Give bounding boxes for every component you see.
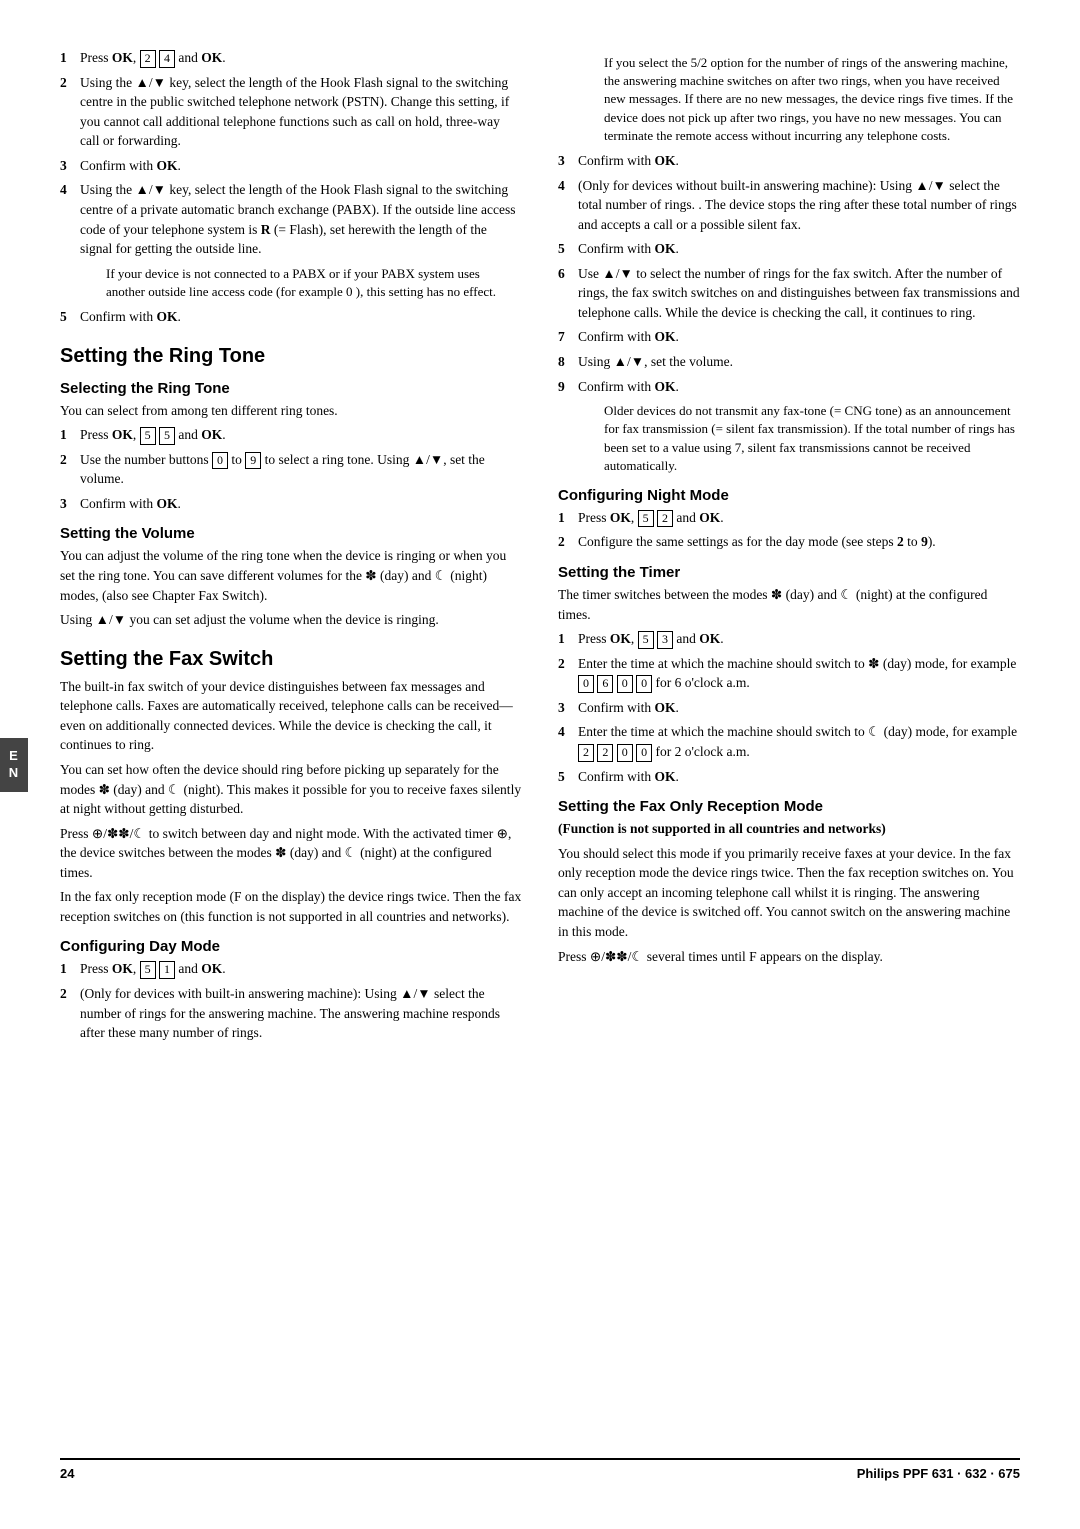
- right-step-8: 8 Using ▲/▼, set the volume.: [558, 352, 1020, 372]
- step-5: 5 Confirm with OK.: [60, 307, 522, 327]
- page-footer: 24 Philips PPF 631 · 632 · 675: [60, 1458, 1020, 1481]
- steps-3-9: 3 Confirm with OK. 4 (Only for devices w…: [558, 151, 1020, 396]
- step5-list: 5 Confirm with OK.: [60, 307, 522, 327]
- fax-switch-section-title: Setting the Fax Switch: [60, 648, 522, 671]
- timer-steps: 1 Press OK, 5 3 and OK. 2 Enter the time…: [558, 629, 1020, 786]
- day-step-2: 2 (Only for devices with built-in answer…: [60, 984, 522, 1043]
- ring-tone-steps: 1 Press OK, 5 5 and OK. 2 Use the number…: [60, 425, 522, 513]
- volume-desc1: You can adjust the volume of the ring to…: [60, 546, 522, 605]
- night-mode-title: Configuring Night Mode: [558, 487, 1020, 504]
- timer-step-3: 3 Confirm with OK.: [558, 698, 1020, 718]
- night-step-2: 2 Configure the same settings as for the…: [558, 532, 1020, 552]
- right-step-6: 6 Use ▲/▼ to select the number of rings …: [558, 264, 1020, 323]
- fax-only-title: Setting the Fax Only Reception Mode: [558, 798, 1020, 815]
- model-number: Philips PPF 631 · 632 · 675: [857, 1466, 1020, 1481]
- fax-switch-desc4: In the fax only reception mode (F on the…: [60, 887, 522, 926]
- step-4: 4 Using the ▲/▼ key, select the length o…: [60, 180, 522, 258]
- older-note: 🖊⃞ Older devices do not transmit any fax…: [568, 402, 1020, 475]
- intro-steps: 1 Press OK, 2 4 and OK. 2 Using the ▲/▼ …: [60, 48, 522, 259]
- rings-note: 🖊⃞ If you select the 5/2 option for the …: [568, 54, 1020, 145]
- note-icon: 🖊⃞: [70, 267, 98, 301]
- right-column: 🖊⃞ If you select the 5/2 option for the …: [558, 48, 1020, 1440]
- day-step-1: 1 Press OK, 5 1 and OK.: [60, 959, 522, 979]
- timer-step-2: 2 Enter the time at which the machine sh…: [558, 654, 1020, 693]
- ring-tone-section-title: Setting the Ring Tone: [60, 345, 522, 368]
- right-step-9: 9 Confirm with OK.: [558, 377, 1020, 397]
- step-2: 2 Using the ▲/▼ key, select the length o…: [60, 73, 522, 151]
- ring-step-3: 3 Confirm with OK.: [60, 494, 522, 514]
- fax-switch-desc1: The built-in fax switch of your device d…: [60, 677, 522, 755]
- timer-step-1: 1 Press OK, 5 3 and OK.: [558, 629, 1020, 649]
- volume-desc2: Using ▲/▼ you can set adjust the volume …: [60, 610, 522, 630]
- ring-tone-desc: You can select from among ten different …: [60, 401, 522, 421]
- fax-only-subtitle2: (Function is not supported in all countr…: [558, 819, 1020, 839]
- selecting-ring-tone-title: Selecting the Ring Tone: [60, 380, 522, 397]
- right-step-3: 3 Confirm with OK.: [558, 151, 1020, 171]
- night-step-1: 1 Press OK, 5 2 and OK.: [558, 508, 1020, 528]
- right-step-5: 5 Confirm with OK.: [558, 239, 1020, 259]
- right-step-7: 7 Confirm with OK.: [558, 327, 1020, 347]
- left-column: 1 Press OK, 2 4 and OK. 2 Using the ▲/▼ …: [60, 48, 522, 1440]
- older-note-icon: 🖊⃞: [568, 404, 596, 475]
- rings-note-icon: 🖊⃞: [568, 56, 596, 145]
- right-step-4: 4 (Only for devices without built-in ans…: [558, 176, 1020, 235]
- page-number: 24: [60, 1466, 74, 1481]
- day-mode-title: Configuring Day Mode: [60, 938, 522, 955]
- ring-step-2: 2 Use the number buttons 0 to 9 to selec…: [60, 450, 522, 489]
- timer-step-5: 5 Confirm with OK.: [558, 767, 1020, 787]
- language-tab: EN: [0, 738, 28, 792]
- night-mode-steps: 1 Press OK, 5 2 and OK. 2 Configure the …: [558, 508, 1020, 552]
- fax-only-desc1: You should select this mode if you prima…: [558, 844, 1020, 942]
- timer-desc: The timer switches between the modes ✽ (…: [558, 585, 1020, 624]
- timer-step-4: 4 Enter the time at which the machine sh…: [558, 722, 1020, 761]
- fax-only-desc2: Press ⊕/✽✽/☾ several times until F appea…: [558, 947, 1020, 967]
- fax-switch-desc3: Press ⊕/✽✽/☾ to switch between day and n…: [60, 824, 522, 883]
- day-mode-steps: 1 Press OK, 5 1 and OK. 2 (Only for devi…: [60, 959, 522, 1042]
- volume-title: Setting the Volume: [60, 525, 522, 542]
- fax-switch-desc2: You can set how often the device should …: [60, 760, 522, 819]
- pabx-note: 🖊⃞ If your device is not connected to a …: [70, 265, 522, 301]
- step-3: 3 Confirm with OK.: [60, 156, 522, 176]
- step-1: 1 Press OK, 2 4 and OK.: [60, 48, 522, 68]
- timer-title: Setting the Timer: [558, 564, 1020, 581]
- ring-step-1: 1 Press OK, 5 5 and OK.: [60, 425, 522, 445]
